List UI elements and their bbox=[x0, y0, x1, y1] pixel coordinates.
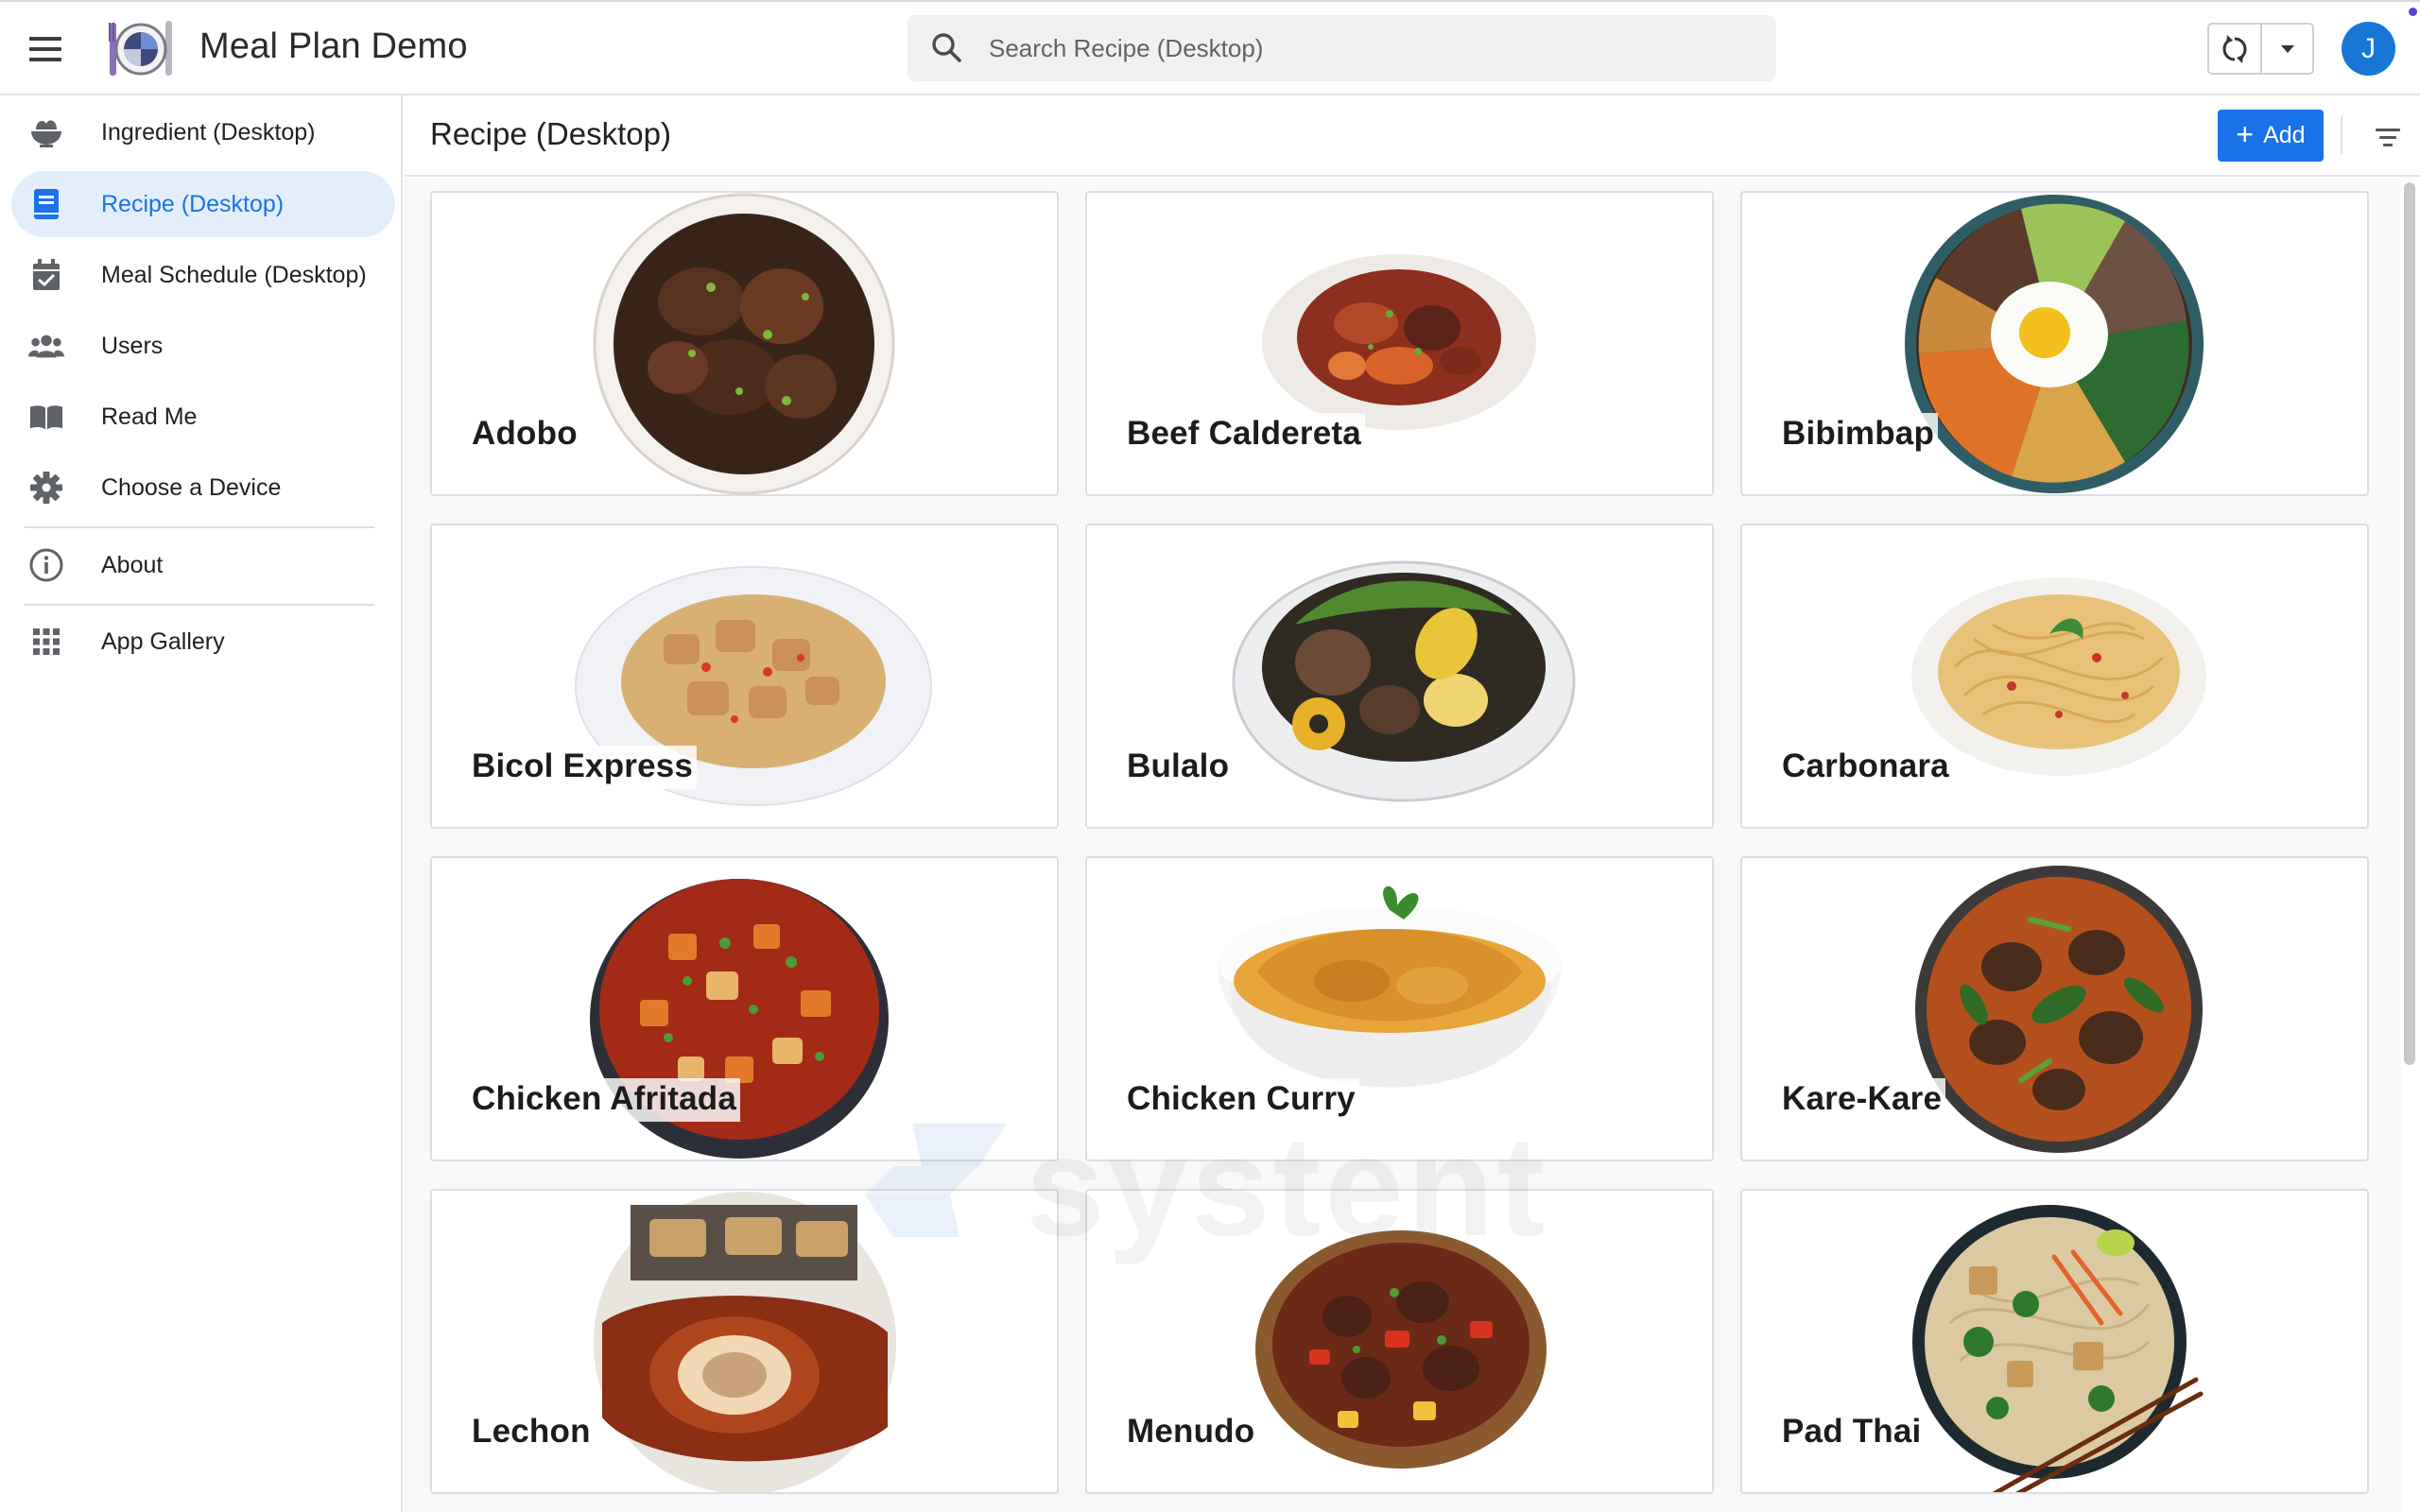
sidebar-item-read-me[interactable]: Read Me bbox=[11, 384, 395, 450]
open-book-icon bbox=[28, 399, 64, 435]
search-input[interactable] bbox=[989, 33, 1745, 63]
gear-icon bbox=[28, 470, 64, 506]
sidebar-item-about[interactable]: About bbox=[11, 532, 395, 598]
sidebar-divider bbox=[25, 604, 374, 606]
page-title: Recipe (Desktop) bbox=[430, 116, 671, 151]
sync-icon bbox=[2222, 34, 2247, 63]
plus-icon: + bbox=[2236, 117, 2255, 151]
header-divider bbox=[2341, 116, 2342, 154]
app-title: Meal Plan Demo bbox=[199, 26, 468, 66]
recipe-card-beef-caldereta[interactable]: Beef Caldereta bbox=[1085, 191, 1714, 496]
sidebar-item-label: Choose a Device bbox=[101, 473, 282, 501]
recipe-image bbox=[1915, 866, 2203, 1153]
recipe-card-bicol-express[interactable]: Bicol Express bbox=[430, 524, 1059, 829]
sync-dropdown-button[interactable] bbox=[2262, 25, 2312, 73]
recipe-name: Adobo bbox=[472, 413, 581, 456]
recipe-name: Chicken Afritada bbox=[472, 1078, 741, 1122]
sidebar-item-choose-device[interactable]: Choose a Device bbox=[11, 455, 395, 521]
book-icon bbox=[28, 186, 64, 222]
recipe-card-lechon[interactable]: Lechon bbox=[430, 1189, 1059, 1494]
top-app-bar: Meal Plan Demo J bbox=[0, 0, 2420, 95]
sidebar-item-label: About bbox=[101, 551, 164, 578]
info-icon bbox=[28, 547, 64, 583]
content-header: Recipe (Desktop) + Add bbox=[405, 95, 2420, 177]
search-icon bbox=[932, 33, 961, 62]
sidebar-item-label: Meal Schedule (Desktop) bbox=[101, 261, 367, 288]
sidebar-item-label: Recipe (Desktop) bbox=[101, 190, 285, 217]
user-avatar[interactable]: J bbox=[2342, 22, 2395, 76]
sidebar-item-label: Users bbox=[101, 332, 164, 359]
sync-button-group bbox=[2207, 23, 2314, 75]
menu-icon[interactable] bbox=[21, 25, 70, 74]
sidebar-item-users[interactable]: Users bbox=[11, 313, 395, 379]
recipe-name: Menudo bbox=[1127, 1411, 1259, 1454]
notification-dot bbox=[2409, 8, 2417, 16]
recipe-card-menudo[interactable]: Menudo bbox=[1085, 1189, 1714, 1494]
recipe-name: Pad Thai bbox=[1782, 1411, 1926, 1454]
search-bar[interactable] bbox=[908, 15, 1776, 81]
sidebar-divider bbox=[25, 526, 374, 528]
sidebar-item-app-gallery[interactable]: App Gallery bbox=[11, 609, 395, 675]
add-button-label: Add bbox=[2263, 122, 2306, 148]
recipe-image bbox=[1911, 577, 2206, 776]
recipe-name: Lechon bbox=[472, 1411, 595, 1454]
sync-button[interactable] bbox=[2209, 25, 2262, 73]
recipe-card-carbonara[interactable]: Carbonara bbox=[1740, 524, 2369, 829]
recipe-name: Beef Caldereta bbox=[1127, 413, 1365, 456]
add-button[interactable]: + Add bbox=[2218, 110, 2324, 162]
recipe-card-bulalo[interactable]: Bulalo bbox=[1085, 524, 1714, 829]
sidebar-item-meal-schedule[interactable]: Meal Schedule (Desktop) bbox=[11, 242, 395, 308]
recipe-image bbox=[1232, 560, 1576, 802]
app-logo bbox=[108, 13, 174, 85]
recipe-name: Bulalo bbox=[1127, 746, 1234, 789]
recipe-image bbox=[1255, 1230, 1547, 1469]
filter-icon[interactable] bbox=[2369, 118, 2407, 156]
sidebar-item-label: Read Me bbox=[101, 403, 198, 430]
recipe-name: Kare-Kare bbox=[1782, 1078, 1946, 1122]
recipe-card-pad-thai[interactable]: Pad Thai bbox=[1740, 1189, 2369, 1494]
recipe-image bbox=[1912, 1205, 2204, 1492]
recipe-image bbox=[594, 1192, 896, 1492]
recipe-gallery: Adobo Beef Caldereta Bibimbap Bicol Expr… bbox=[405, 179, 2401, 1512]
salad-bowl-icon bbox=[28, 114, 64, 150]
recipe-image bbox=[1905, 195, 2204, 493]
recipe-name: Bicol Express bbox=[472, 746, 698, 789]
grid-icon bbox=[28, 624, 64, 660]
sidebar-item-label: App Gallery bbox=[101, 627, 225, 655]
recipe-image bbox=[1262, 254, 1536, 430]
vertical-scrollbar[interactable] bbox=[2401, 179, 2420, 1512]
recipe-image bbox=[593, 193, 895, 494]
recipe-card-adobo[interactable]: Adobo bbox=[430, 191, 1059, 496]
recipe-name: Carbonara bbox=[1782, 746, 1953, 789]
users-icon bbox=[28, 328, 64, 364]
recipe-card-chicken-curry[interactable]: Chicken Curry bbox=[1085, 856, 1714, 1161]
calendar-check-icon bbox=[28, 257, 64, 293]
recipe-name: Bibimbap bbox=[1782, 413, 1939, 456]
scrollbar-thumb[interactable] bbox=[2404, 182, 2415, 1065]
recipe-name: Chicken Curry bbox=[1127, 1078, 1359, 1122]
caret-down-icon bbox=[2280, 44, 2294, 53]
sidebar-item-recipe[interactable]: Recipe (Desktop) bbox=[11, 171, 395, 237]
recipe-card-bibimbap[interactable]: Bibimbap bbox=[1740, 191, 2369, 496]
sidebar: Ingredient (Desktop) Recipe (Desktop) Me… bbox=[0, 95, 403, 1512]
recipe-card-kare-kare[interactable]: Kare-Kare bbox=[1740, 856, 2369, 1161]
sidebar-item-label: Ingredient (Desktop) bbox=[101, 118, 316, 146]
recipe-card-chicken-afritada[interactable]: Chicken Afritada bbox=[430, 856, 1059, 1161]
sidebar-item-ingredient[interactable]: Ingredient (Desktop) bbox=[11, 99, 395, 165]
